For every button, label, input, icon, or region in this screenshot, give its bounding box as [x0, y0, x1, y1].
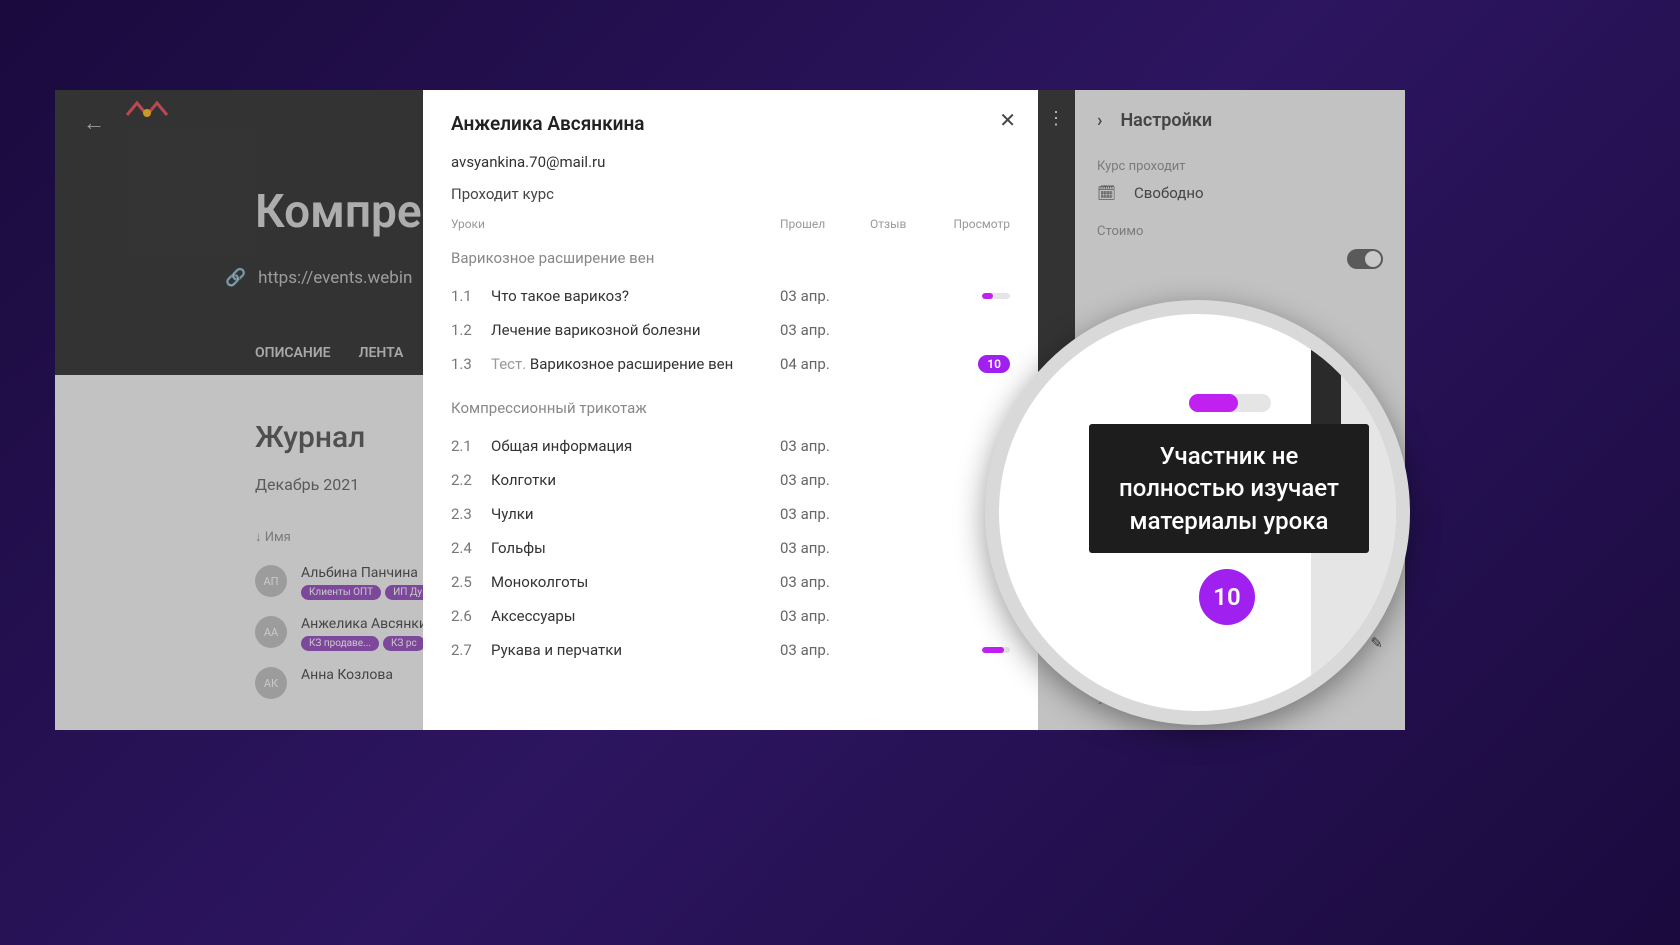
lesson-title: Лечение варикозной болезни [491, 321, 780, 339]
lesson-date: 03 апр. [780, 471, 870, 489]
lesson-row[interactable]: 2.5Моноколготы03 апр. [451, 565, 1010, 599]
lesson-number: 2.5 [451, 573, 491, 591]
lesson-date: 03 апр. [780, 607, 870, 625]
participant-email: avsyankina.70@mail.ru [451, 153, 1010, 171]
lesson-number: 1.1 [451, 287, 491, 305]
lesson-row[interactable]: 2.3Чулки03 апр. [451, 497, 1010, 531]
participant-modal: Анжелика Авсянкина ✕ avsyankina.70@mail.… [423, 90, 1038, 730]
close-icon[interactable]: ✕ [999, 108, 1016, 132]
lesson-date: 03 апр. [780, 321, 870, 339]
lesson-number: 2.7 [451, 641, 491, 659]
lesson-title: Что такое варикоз? [491, 287, 780, 305]
progress-pill [982, 293, 1010, 299]
course-status: Проходит курс [451, 185, 1010, 203]
lesson-row[interactable]: 2.2Колготки03 апр. [451, 463, 1010, 497]
lesson-date: 03 апр. [780, 437, 870, 455]
col-view: Просмотр [940, 217, 1010, 231]
lesson-title: Гольфы [491, 539, 780, 557]
lesson-number: 2.1 [451, 437, 491, 455]
magnifier-callout: Участник не полностью изучает материалы … [985, 300, 1410, 725]
lesson-date: 03 апр. [780, 641, 870, 659]
lesson-date: 04 апр. [780, 355, 870, 373]
lesson-number: 2.4 [451, 539, 491, 557]
lesson-row[interactable]: 1.2Лечение варикозной болезни03 апр. [451, 313, 1010, 347]
lesson-date: 03 апр. [780, 539, 870, 557]
zoomed-progress-pill [1189, 394, 1271, 412]
lesson-row[interactable]: 1.3Тест. Варикозное расширение вен04 апр… [451, 347, 1010, 381]
col-review: Отзыв [870, 217, 940, 231]
lesson-row[interactable]: 2.4Гольфы03 апр. [451, 531, 1010, 565]
lesson-number: 1.2 [451, 321, 491, 339]
zoomed-score-badge: 10 [1199, 569, 1255, 625]
lesson-row[interactable]: 2.1Общая информация03 апр. [451, 429, 1010, 463]
lesson-title: Чулки [491, 505, 780, 523]
modal-title: Анжелика Авсянкина [451, 112, 1010, 135]
lesson-row[interactable]: 1.1Что такое варикоз?03 апр. [451, 279, 1010, 313]
lesson-date: 03 апр. [780, 573, 870, 591]
lesson-view [940, 293, 1010, 299]
lesson-title: Моноколготы [491, 573, 780, 591]
lesson-section-title: Варикозное расширение вен [451, 249, 1010, 267]
kebab-icon[interactable]: ⋮ [1047, 108, 1065, 129]
lesson-title: Рукава и перчатки [491, 641, 780, 659]
lesson-title: Аксессуары [491, 607, 780, 625]
lesson-row[interactable]: 2.7Рукава и перчатки03 апр. [451, 633, 1010, 667]
lesson-title: Колготки [491, 471, 780, 489]
lesson-title: Тест. Варикозное расширение вен [491, 355, 780, 373]
lesson-number: 2.6 [451, 607, 491, 625]
lesson-section-title: Компрессионный трикотаж [451, 399, 1010, 417]
lesson-number: 2.2 [451, 471, 491, 489]
lesson-date: 03 апр. [780, 287, 870, 305]
tooltip-message: Участник не полностью изучает материалы … [1089, 424, 1369, 553]
lesson-date: 03 апр. [780, 505, 870, 523]
lesson-table-header: Уроки Прошел Отзыв Просмотр [451, 217, 1010, 231]
lesson-number: 1.3 [451, 355, 491, 373]
col-lessons: Уроки [451, 217, 780, 231]
col-passed: Прошел [780, 217, 870, 231]
lesson-title: Общая информация [491, 437, 780, 455]
lesson-number: 2.3 [451, 505, 491, 523]
lesson-row[interactable]: 2.6Аксессуары03 апр. [451, 599, 1010, 633]
